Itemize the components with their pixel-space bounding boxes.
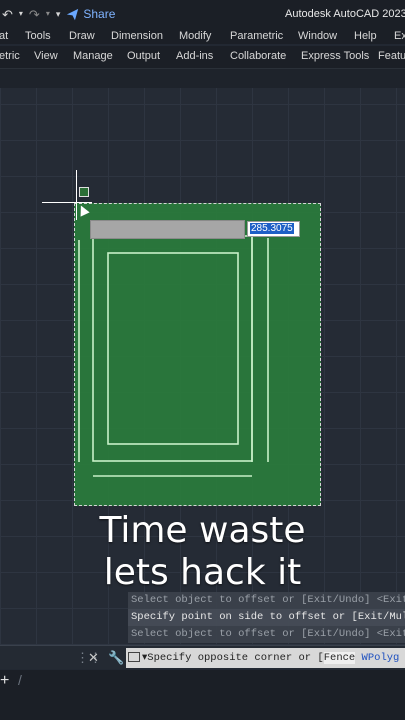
selection-window xyxy=(74,203,321,506)
tab-view[interactable]: View xyxy=(34,50,58,62)
pickbox-icon xyxy=(79,187,89,197)
crosshair-vertical xyxy=(76,170,77,220)
undo-dropdown-icon[interactable]: ▾ xyxy=(19,10,23,18)
command-option-fence[interactable]: Fence xyxy=(323,652,356,664)
command-input[interactable]: ▾Specify opposite corner or [Fence WPoly… xyxy=(126,648,405,668)
caption-line-1: Time waste xyxy=(99,510,306,551)
customize-wrench-icon[interactable]: 🔧 xyxy=(108,650,124,666)
tab-collaborate[interactable]: Collaborate xyxy=(230,50,286,62)
close-icon[interactable]: ✕ xyxy=(88,650,99,666)
add-layout-icon[interactable]: + xyxy=(0,672,9,690)
redo-icon[interactable]: ↷ xyxy=(29,8,40,21)
menu-tools[interactable]: Tools xyxy=(25,30,51,42)
menu-window[interactable]: Window xyxy=(298,30,337,42)
menu-help[interactable]: Help xyxy=(354,30,377,42)
menu-modify[interactable]: Modify xyxy=(179,30,211,42)
history-line: Specify point on side to offset or [Exit… xyxy=(128,609,405,626)
tab-express-tools[interactable]: Express Tools xyxy=(301,50,369,62)
menu-bar: at Tools Draw Dimension Modify Parametri… xyxy=(0,28,405,44)
tab-manage[interactable]: Manage xyxy=(73,50,113,62)
history-line: Select object to offset or [Exit/Undo] <… xyxy=(128,626,405,643)
ribbon-panel-strip xyxy=(0,68,405,88)
command-history-icon[interactable] xyxy=(128,652,140,663)
tab-parametric[interactable]: etric xyxy=(0,50,20,62)
tab-add-ins[interactable]: Add-ins xyxy=(176,50,213,62)
video-caption: Time waste lets hack it xyxy=(0,510,405,594)
title-bar: ↶ ▾ ↷ ▾ ▾ Share Autodesk AutoCAD 2023 xyxy=(0,0,405,28)
command-prompt: Specify opposite corner or [ xyxy=(147,652,324,664)
ribbon-tabs: etric View Manage Output Add-ins Collabo… xyxy=(0,46,405,68)
share-button[interactable]: Share xyxy=(66,7,115,21)
customize-toolbar-icon[interactable]: ▾ xyxy=(56,9,61,19)
quick-access-toolbar: ↶ ▾ ↷ ▾ ▾ xyxy=(0,8,60,21)
layout-divider: / xyxy=(18,672,22,688)
tab-featured[interactable]: Featu xyxy=(378,50,405,62)
menu-express[interactable]: Ex xyxy=(394,30,405,42)
menu-format[interactable]: at xyxy=(0,30,8,42)
app-title: Autodesk AutoCAD 2023 xyxy=(285,8,405,20)
undo-icon[interactable]: ↶ xyxy=(2,8,13,21)
command-option-wpolygon[interactable]: WPolyg xyxy=(362,652,400,664)
tab-output[interactable]: Output xyxy=(127,50,160,62)
caption-line-2: lets hack it xyxy=(103,552,302,593)
command-history: Select object to offset or [Exit/Undo] <… xyxy=(128,592,405,643)
redo-dropdown-icon[interactable]: ▾ xyxy=(46,10,50,18)
menu-dimension[interactable]: Dimension xyxy=(111,30,163,42)
dimension-preview-bar xyxy=(90,220,245,239)
history-line: Select object to offset or [Exit/Undo] <… xyxy=(128,592,405,609)
command-line-bar: ⋮⋮ ✕ 🔧 ▾Specify opposite corner or [Fenc… xyxy=(0,645,405,669)
share-icon xyxy=(67,8,79,20)
share-label: Share xyxy=(83,7,116,21)
menu-parametric[interactable]: Parametric xyxy=(230,30,283,42)
dynamic-input-value: 285.3075 xyxy=(250,223,294,234)
dynamic-input-field[interactable]: 285.3075 xyxy=(247,221,300,237)
status-bar: + / xyxy=(0,670,405,720)
menu-draw[interactable]: Draw xyxy=(69,30,95,42)
